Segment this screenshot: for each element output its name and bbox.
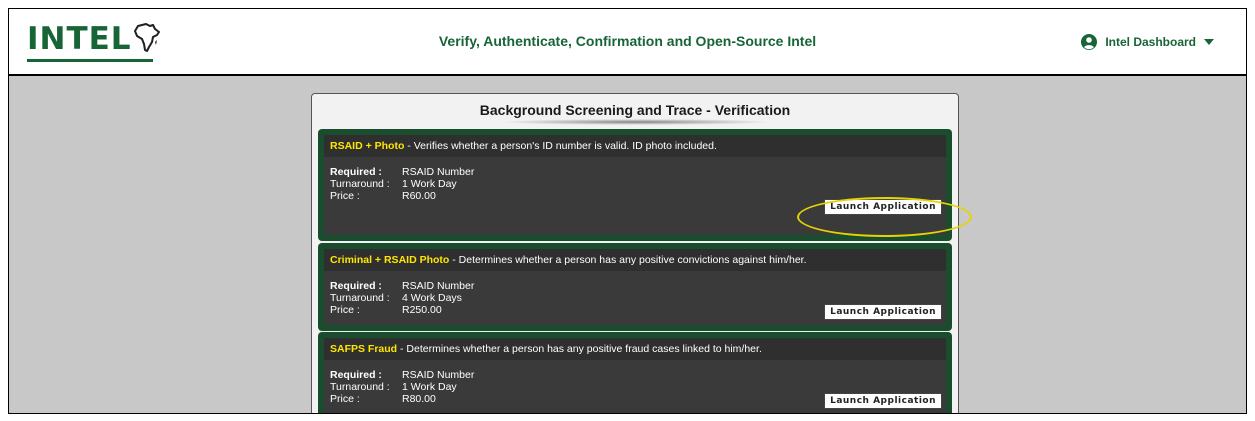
title-underline-shadow [499,119,773,125]
required-value: RSAID Number [402,280,475,292]
logo-underline [27,59,153,62]
top-header: INTEL Verify, Authenticate, Confirmation… [9,9,1246,74]
card-service-name: SAFPS Fraud [330,343,398,355]
price-label: Price : [330,304,360,316]
price-value: R250.00 [402,304,442,316]
card-description: - Determines whether a person has any po… [397,343,762,355]
launch-application-button[interactable]: Launch Application [824,304,942,320]
price-row: Price : R60.00 [330,190,436,202]
panel-title: Background Screening and Trace - Verific… [479,102,791,118]
verification-panel: Background Screening and Trace - Verific… [311,93,959,413]
price-value: R80.00 [402,393,436,405]
site-tagline: Verify, Authenticate, Confirmation and O… [438,33,817,49]
price-row: Price : R80.00 [330,393,436,405]
required-row: Required : RSAID Number [330,369,474,381]
card-heading: RSAID + Photo - Verifies whether a perso… [324,135,946,157]
card-description: - Verifies whether a person's ID number … [404,140,717,152]
card-body: RSAID + Photo - Verifies whether a perso… [324,135,946,235]
user-menu-label: Intel Dashboard [1105,35,1196,49]
required-label: Required : [330,280,382,292]
user-circle-icon [1081,34,1098,50]
turnaround-value: 1 Work Day [402,381,457,393]
required-value: RSAID Number [402,369,475,381]
card-heading: SAFPS Fraud - Determines whether a perso… [324,338,946,360]
service-card-safps-fraud: SAFPS Fraud - Determines whether a perso… [318,332,952,413]
required-row: Required : RSAID Number [330,166,474,178]
card-description: - Determines whether a person has any po… [449,254,807,266]
turnaround-row: Turnaround : 1 Work Day [330,381,457,393]
launch-application-button[interactable]: Launch Application [824,393,942,409]
app-frame: INTEL Verify, Authenticate, Confirmation… [8,8,1247,414]
turnaround-value: 1 Work Day [402,178,457,190]
required-label: Required : [330,166,382,178]
launch-application-button[interactable]: Launch Application [824,199,942,215]
card-body: SAFPS Fraud - Determines whether a perso… [324,338,946,413]
price-label: Price : [330,190,360,202]
required-row: Required : RSAID Number [330,280,474,292]
price-row: Price : R250.00 [330,304,442,316]
turnaround-label: Turnaround : [330,381,390,393]
card-service-name: RSAID + Photo [330,140,405,152]
required-value: RSAID Number [402,166,475,178]
card-service-name: Criminal + RSAID Photo [330,254,450,266]
price-value: R60.00 [402,190,436,202]
turnaround-row: Turnaround : 1 Work Day [330,178,457,190]
header-divider [9,74,1246,76]
turnaround-value: 4 Work Days [402,292,462,304]
price-label: Price : [330,393,360,405]
service-card-rsaid-photo: RSAID + Photo - Verifies whether a perso… [318,129,952,241]
service-card-criminal-rsaid-photo: Criminal + RSAID Photo - Determines whet… [318,243,952,331]
turnaround-label: Turnaround : [330,292,390,304]
turnaround-row: Turnaround : 4 Work Days [330,292,462,304]
card-heading: Criminal + RSAID Photo - Determines whet… [324,249,946,271]
user-menu-dropdown[interactable]: Intel Dashboard [1081,34,1214,50]
caret-down-icon [1204,39,1214,45]
required-label: Required : [330,369,382,381]
turnaround-label: Turnaround : [330,178,390,190]
card-body: Criminal + RSAID Photo - Determines whet… [324,249,946,325]
